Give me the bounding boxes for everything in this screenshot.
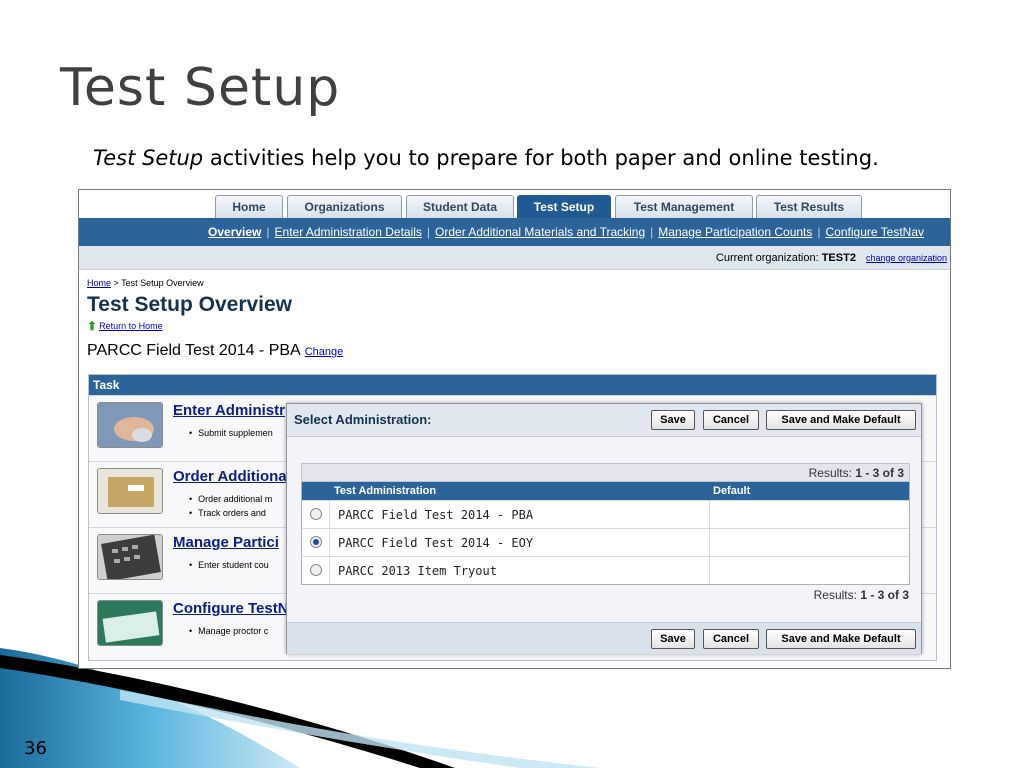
task-bullet: Track orders and xyxy=(189,508,266,518)
main-tab-bar: Home Organizations Student Data Test Set… xyxy=(79,190,950,218)
task-panel-header: Task xyxy=(89,375,936,395)
row-radio-cell xyxy=(302,557,330,584)
administration-table: Test Administration Default PARCC Field … xyxy=(301,482,910,585)
subnav-configure-testnav[interactable]: Configure TestNav xyxy=(826,225,925,239)
results-label: Results: xyxy=(808,466,852,480)
envelope-icon xyxy=(97,468,163,514)
calculator-icon xyxy=(97,534,163,580)
task-bullet: Enter student cou xyxy=(189,560,269,570)
sub-navigation: Overview | Enter Administration Details … xyxy=(79,218,950,246)
administration-name: PARCC Field Test 2014 - PBA xyxy=(338,508,534,522)
current-organization-label: Current organization: xyxy=(715,251,819,264)
tab-test-setup[interactable]: Test Setup xyxy=(517,195,611,218)
default-cell-divider xyxy=(709,529,710,556)
breadcrumb-current: > Test Setup Overview xyxy=(111,278,204,288)
save-and-make-default-button[interactable]: Save and Make Default xyxy=(766,410,916,430)
results-count-bottom: Results: 1 - 3 of 3 xyxy=(814,588,909,602)
subnav-overview[interactable]: Overview xyxy=(208,225,261,239)
tab-home[interactable]: Home xyxy=(215,195,283,218)
radio-button[interactable] xyxy=(310,564,322,576)
radio-button-selected[interactable] xyxy=(310,536,322,548)
keyboard-icon xyxy=(97,600,163,646)
save-button[interactable]: Save xyxy=(651,629,695,649)
current-administration: PARCC Field Test 2014 - PBA Change xyxy=(87,342,343,360)
slide-subtitle-em: Test Setup xyxy=(93,146,204,170)
subnav-separator: | xyxy=(817,225,821,239)
tab-test-management[interactable]: Test Management xyxy=(615,195,753,218)
subnav-enter-administration-details[interactable]: Enter Administration Details xyxy=(275,225,422,239)
column-default: Default xyxy=(713,485,751,497)
cancel-button[interactable]: Cancel xyxy=(703,410,759,430)
dialog-header: Select Administration: Save Cancel Save … xyxy=(287,404,921,437)
tab-organizations[interactable]: Organizations xyxy=(287,195,402,218)
save-and-make-default-button[interactable]: Save and Make Default xyxy=(766,629,916,649)
radio-button[interactable] xyxy=(310,508,322,520)
table-row[interactable]: PARCC Field Test 2014 - PBA xyxy=(302,500,909,528)
results-count-top: Results: 1 - 3 of 3 xyxy=(301,463,910,482)
administration-name: PARCC 2013 Item Tryout xyxy=(338,564,497,578)
row-radio-cell xyxy=(302,529,330,556)
table-header: Test Administration Default xyxy=(302,482,909,500)
results-range: 1 - 3 of 3 xyxy=(860,588,909,602)
task-order-additional-link[interactable]: Order Additiona xyxy=(173,468,287,485)
table-row[interactable]: PARCC 2013 Item Tryout xyxy=(302,556,909,584)
tab-student-data[interactable]: Student Data xyxy=(406,195,514,218)
task-bullet: Submit supplemen xyxy=(189,428,273,438)
slide-number: 36 xyxy=(24,738,47,759)
breadcrumb-home-link[interactable]: Home xyxy=(87,278,111,288)
subnav-separator: | xyxy=(650,225,654,239)
default-cell-divider xyxy=(709,501,710,528)
page-title: Test Setup Overview xyxy=(87,293,293,316)
task-bullet: Manage proctor c xyxy=(189,626,268,636)
dialog-title: Select Administration: xyxy=(294,412,432,427)
return-to-home-link[interactable]: Return to Home xyxy=(99,321,163,331)
slide-title: Test Setup xyxy=(60,58,341,118)
dialog-footer: Save Cancel Save and Make Default xyxy=(287,622,921,654)
administration-name: PARCC Field Test 2014 - EOY xyxy=(338,536,534,550)
task-bullet: Order additional m xyxy=(189,494,272,504)
cancel-button[interactable]: Cancel xyxy=(703,629,759,649)
current-organization-value: TEST2 xyxy=(821,251,856,264)
subnav-order-additional-materials[interactable]: Order Additional Materials and Tracking xyxy=(435,225,645,239)
subnav-separator: | xyxy=(266,225,270,239)
current-administration-name: PARCC Field Test 2014 - PBA xyxy=(87,342,301,359)
subnav-separator: | xyxy=(426,225,431,239)
application-screenshot: Home Organizations Student Data Test Set… xyxy=(78,189,951,669)
table-row[interactable]: PARCC Field Test 2014 - EOY xyxy=(302,528,909,556)
slide-subtitle: Test Setup activities help you to prepar… xyxy=(93,146,879,170)
hand-mouse-icon xyxy=(97,402,163,448)
save-button[interactable]: Save xyxy=(651,410,695,430)
breadcrumb: Home > Test Setup Overview xyxy=(87,278,204,288)
return-to-home[interactable]: ⬆ Return to Home xyxy=(87,319,163,333)
default-cell-divider xyxy=(709,557,710,584)
task-enter-administration-link[interactable]: Enter Administr xyxy=(173,402,285,419)
select-administration-dialog: Select Administration: Save Cancel Save … xyxy=(286,403,922,654)
change-administration-link[interactable]: Change xyxy=(305,346,344,358)
slide-subtitle-rest: activities help you to prepare for both … xyxy=(203,146,879,170)
current-organization: Current organization: TEST2 xyxy=(716,252,856,264)
results-label: Results: xyxy=(813,588,857,602)
task-configure-testnav-link[interactable]: Configure TestN xyxy=(173,600,289,617)
tab-test-results[interactable]: Test Results xyxy=(756,195,862,218)
column-test-administration: Test Administration xyxy=(334,485,437,497)
change-organization-link[interactable]: change organization xyxy=(866,253,947,263)
row-radio-cell xyxy=(302,501,330,528)
task-manage-participation-link[interactable]: Manage Partici xyxy=(173,534,279,551)
subnav-manage-participation-counts[interactable]: Manage Participation Counts xyxy=(658,225,812,239)
results-range: 1 - 3 of 3 xyxy=(855,466,904,480)
up-arrow-icon: ⬆ xyxy=(87,319,98,333)
organization-bar: Current organization: TEST2 change organ… xyxy=(79,246,950,270)
